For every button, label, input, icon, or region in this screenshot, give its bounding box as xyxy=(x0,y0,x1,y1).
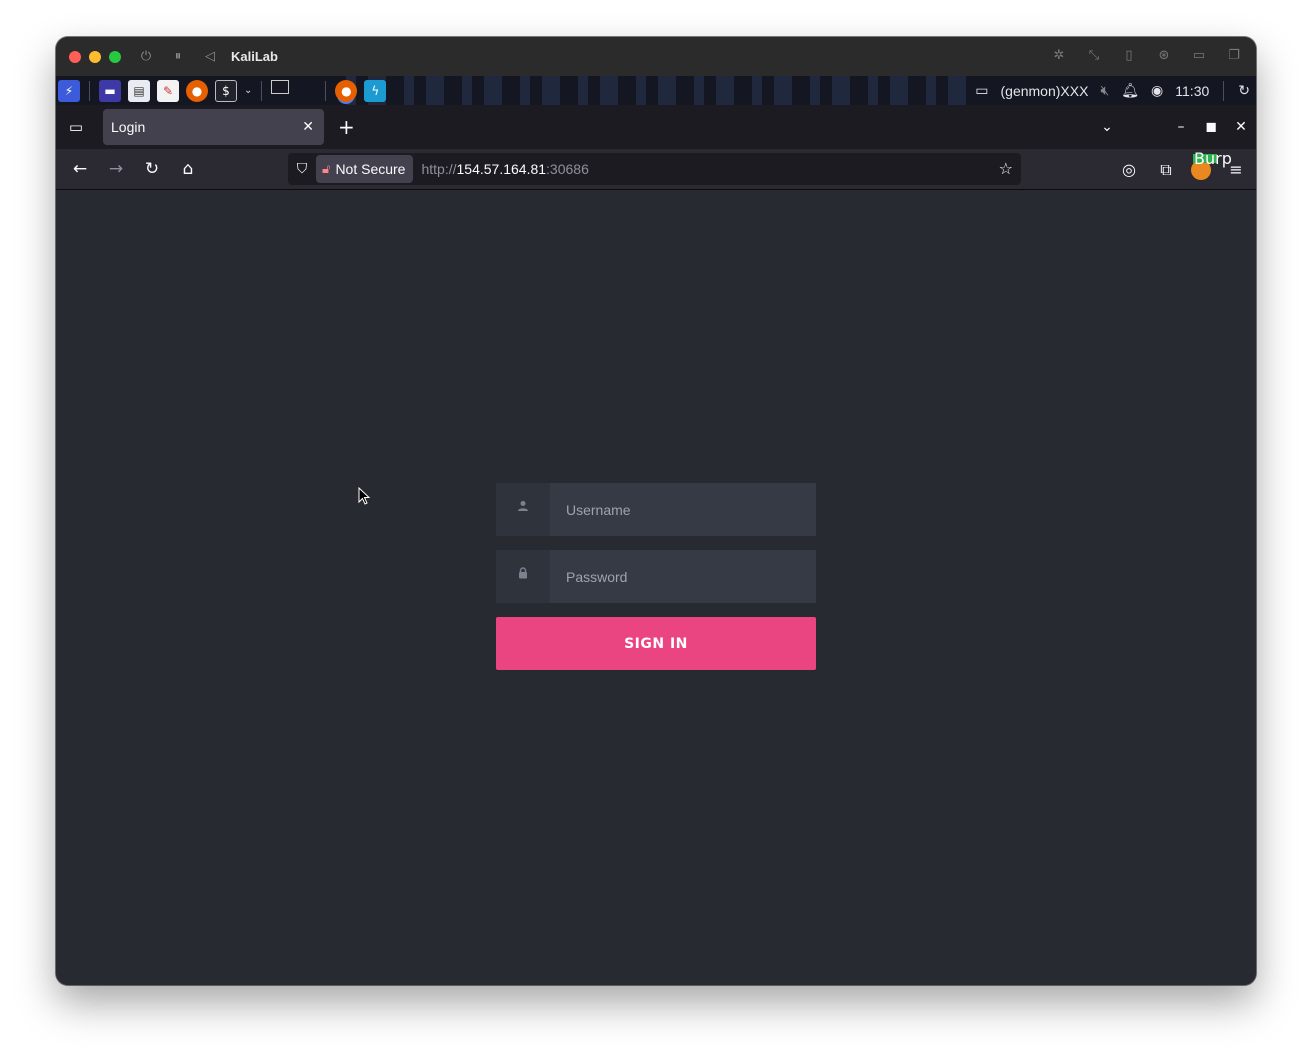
minimize-window-button[interactable] xyxy=(89,50,101,63)
restart-icon[interactable]: ↻ xyxy=(1238,82,1250,99)
firefox-launcher-icon[interactable]: ● xyxy=(186,79,208,102)
brightness-icon[interactable]: ✲ xyxy=(1051,48,1067,63)
account-icon[interactable]: ◎ xyxy=(1117,160,1141,179)
vm-window: ⏻ ⏸ ◁ KaliLab ✲ ⤡ ▯ ⊛ ▭ ❐ ⚡ ▬ ▤ ✎ ● $ ⌄ xyxy=(56,37,1256,985)
traffic-lights xyxy=(69,50,121,63)
panel-separator xyxy=(325,80,327,101)
vm-toolbar-right: ✲ ⤡ ▯ ⊛ ▭ ❐ xyxy=(1051,48,1242,63)
back-triangle-icon[interactable]: ◁ xyxy=(203,49,217,64)
tab-login[interactable]: Login ✕ xyxy=(103,109,324,145)
url-host: 154.57.164.81 xyxy=(456,161,547,177)
vm-title: KaliLab xyxy=(231,49,278,64)
panel-separator xyxy=(261,80,263,101)
file-manager-icon[interactable]: ▤ xyxy=(128,79,150,102)
maximize-icon[interactable]: ◼ xyxy=(1196,119,1226,135)
extensions-icon[interactable]: ⧉ xyxy=(1154,160,1178,180)
close-icon[interactable]: ✕ xyxy=(1226,119,1256,135)
close-tab-icon[interactable]: ✕ xyxy=(302,119,314,135)
kali-menu-icon[interactable]: ⚡ xyxy=(58,79,80,102)
lock-icon-svg xyxy=(519,566,527,578)
not-secure-label: Not Secure xyxy=(335,161,406,177)
forward-arrow-icon[interactable]: → xyxy=(98,153,134,185)
cursor-arrow-svg xyxy=(358,487,371,505)
chevron-down-icon[interactable]: ⌄ xyxy=(244,85,252,96)
panel-background-pattern xyxy=(346,76,986,105)
user-icon-svg xyxy=(518,500,528,511)
burp-badge: Burp xyxy=(1193,148,1232,168)
terminal-icon[interactable]: $ xyxy=(215,79,237,102)
usb-icon[interactable]: ▯ xyxy=(1121,48,1137,63)
pause-icon[interactable]: ⏸ xyxy=(171,49,185,64)
new-tab-icon[interactable]: + xyxy=(338,115,355,139)
tab-bar: ▭ Login ✕ + ⌄ – ◼ ✕ xyxy=(56,105,1256,149)
shared-folder-icon[interactable]: ▭ xyxy=(1191,48,1207,63)
minimize-icon[interactable]: – xyxy=(1166,119,1196,135)
burp-task-icon[interactable]: ϟ xyxy=(364,79,387,102)
reload-icon[interactable]: ↻ xyxy=(134,153,170,185)
text-editor-icon[interactable]: ✎ xyxy=(157,79,179,102)
toolbar-right: ◎ ⧉ Burp ≡ xyxy=(1117,149,1248,190)
panel-tray: ▭ (genmon)XXX 🔇︎ 🔔︎ ◉ 11:30 ↻ xyxy=(975,76,1256,105)
home-icon[interactable]: ⌂ xyxy=(170,153,206,185)
panel-launchers: ⚡ ▬ ▤ ✎ ● $ ⌄ ● ϟ xyxy=(58,79,387,102)
genmon-label[interactable]: (genmon)XXX xyxy=(1001,83,1089,99)
firefox-view-icon[interactable]: ▭ xyxy=(56,105,96,149)
resize-icon[interactable]: ⤡ xyxy=(1086,48,1102,63)
panel-separator xyxy=(1223,80,1225,101)
user-icon xyxy=(496,483,550,536)
login-form: SIGN IN xyxy=(496,483,816,670)
window-controls: ⌄ – ◼ ✕ xyxy=(1092,105,1256,149)
url-port: :30686 xyxy=(546,161,589,177)
sign-in-button[interactable]: SIGN IN xyxy=(496,617,816,670)
password-input[interactable] xyxy=(550,550,816,603)
display-icon[interactable]: ▭ xyxy=(975,82,988,99)
site-identity-button[interactable]: 🔓︎ Not Secure xyxy=(316,155,414,183)
muted-speaker-icon[interactable]: 🔇︎ xyxy=(1100,82,1109,99)
url-text[interactable]: http://154.57.164.81:30686 xyxy=(421,161,588,177)
panel-separator xyxy=(89,80,90,101)
password-field-group xyxy=(496,550,816,603)
url-bar[interactable]: ⛉ 🔓︎ Not Secure http://154.57.164.81:306… xyxy=(288,153,1021,185)
kali-panel: ⚡ ▬ ▤ ✎ ● $ ⌄ ● ϟ ▭ (genmon)XXX 🔇︎ 🔔︎ ◉ … xyxy=(56,76,1256,105)
foxyproxy-burp-icon[interactable]: Burp xyxy=(1191,150,1232,180)
lock-icon xyxy=(496,550,550,603)
firefox-task-icon[interactable]: ● xyxy=(335,79,358,102)
zoom-window-button[interactable] xyxy=(109,50,121,63)
power-manager-icon[interactable]: ◉ xyxy=(1151,82,1163,99)
url-scheme: http:// xyxy=(421,161,457,177)
vm-title-bar: ⏻ ⏸ ◁ KaliLab ✲ ⤡ ▯ ⊛ ▭ ❐ xyxy=(56,37,1256,76)
back-arrow-icon[interactable]: ← xyxy=(62,153,98,185)
username-input[interactable] xyxy=(550,483,816,536)
navigation-toolbar: ← → ↻ ⌂ ⛉ 🔓︎ Not Secure http://154.57.16… xyxy=(56,149,1256,190)
page-content: SIGN IN xyxy=(56,190,1256,985)
list-all-tabs-icon[interactable]: ⌄ xyxy=(1092,119,1122,135)
insecure-lock-icon: 🔓︎ xyxy=(322,161,331,177)
tracking-shield-icon[interactable]: ⛉ xyxy=(288,161,316,177)
close-window-button[interactable] xyxy=(69,50,81,63)
tab-title: Login xyxy=(111,119,146,135)
settings-icon[interactable]: ⊛ xyxy=(1156,48,1172,63)
power-icon[interactable]: ⏻ xyxy=(139,49,153,64)
workspace-icon[interactable] xyxy=(271,79,290,94)
username-field-group xyxy=(496,483,816,536)
snapshot-icon[interactable]: ❐ xyxy=(1226,48,1242,63)
desktop-icon[interactable]: ▬ xyxy=(99,79,121,102)
bookmark-star-icon[interactable]: ☆ xyxy=(999,159,1013,178)
notification-bell-icon[interactable]: 🔔︎ xyxy=(1121,82,1139,99)
clock[interactable]: 11:30 xyxy=(1175,83,1209,99)
